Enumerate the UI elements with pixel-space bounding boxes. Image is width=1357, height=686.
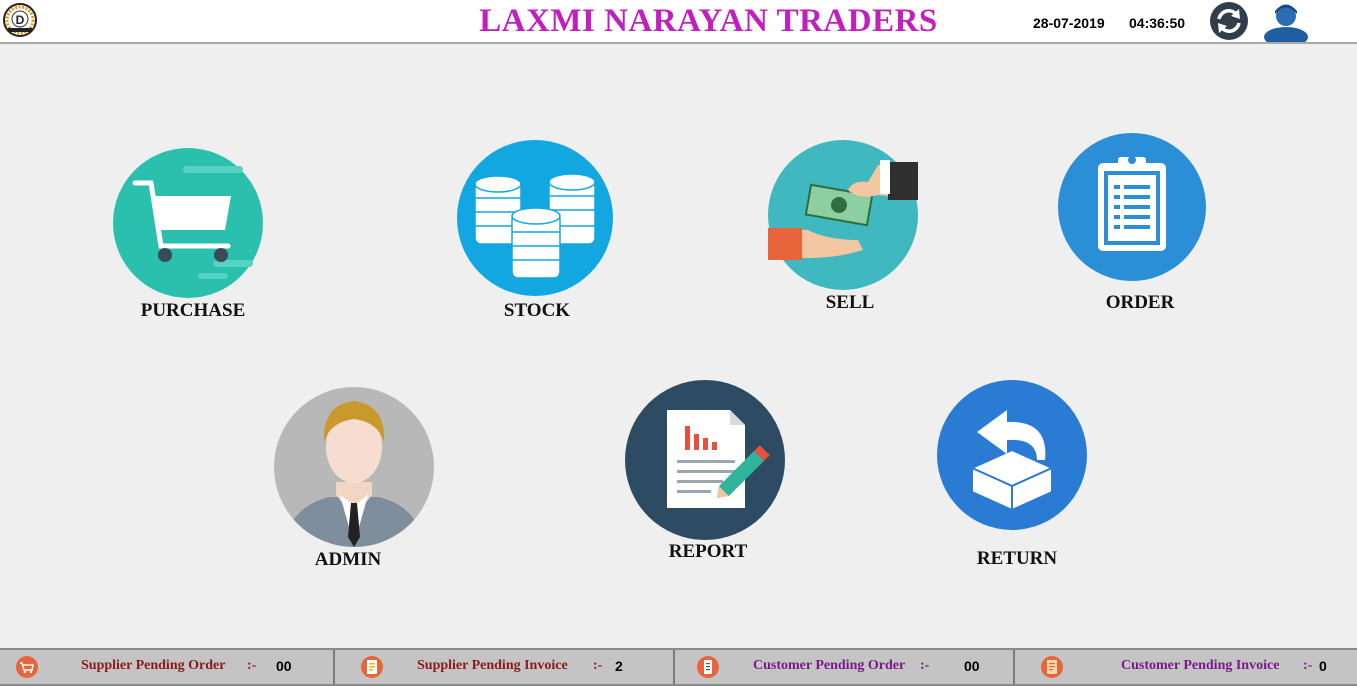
- tile-label: ORDER: [1105, 292, 1175, 313]
- tile-order[interactable]: ORDER: [1050, 133, 1230, 315]
- admin-person-icon: [274, 387, 434, 547]
- footer-label: Customer Pending Invoice: [1121, 658, 1280, 673]
- tile-label: REPORT: [668, 541, 748, 562]
- return-box-icon: [937, 380, 1087, 530]
- footer-value: 0: [1319, 658, 1327, 674]
- supplier-pending-invoice[interactable]: Supplier Pending Invoice :- 2: [335, 650, 675, 684]
- current-time: 04:36:50: [1129, 15, 1186, 31]
- footer-separator: :-: [593, 658, 603, 673]
- current-date: 28-07-2019: [1033, 15, 1105, 31]
- footer-separator: :-: [920, 658, 930, 673]
- tile-purchase[interactable]: PURCHASE: [103, 148, 283, 323]
- report-document-icon: [625, 380, 785, 540]
- cart-icon: [16, 656, 38, 678]
- customer-pending-order[interactable]: Customer Pending Order :- 00: [675, 650, 1015, 684]
- footer-value: 00: [276, 658, 292, 674]
- footer-separator: :-: [247, 658, 257, 673]
- tile-report[interactable]: REPORT: [616, 380, 800, 565]
- receipt-icon: [697, 656, 719, 678]
- customer-pending-invoice[interactable]: Customer Pending Invoice :- 0: [1015, 650, 1357, 684]
- header-bar: D LAXMI NARAYAN TRADERS 28-07-2019 04:36…: [0, 0, 1357, 44]
- footer-label: Supplier Pending Order: [81, 658, 226, 673]
- footer-value: 2: [615, 658, 623, 674]
- stacked-coins-icon: [457, 140, 613, 296]
- status-bar: Supplier Pending Order :- 00 Supplier Pe…: [0, 648, 1357, 686]
- tile-label: PURCHASE: [140, 300, 246, 321]
- tile-stock[interactable]: STOCK: [447, 140, 627, 323]
- refresh-icon[interactable]: [1208, 1, 1250, 41]
- footer-value: 00: [964, 658, 980, 674]
- shopping-cart-icon: [113, 148, 263, 298]
- footer-label: Customer Pending Order: [753, 658, 906, 673]
- tile-admin[interactable]: ADMIN: [258, 387, 438, 572]
- tile-label: RETURN: [976, 548, 1058, 569]
- tile-sell[interactable]: SELL: [760, 140, 940, 315]
- tile-return[interactable]: RETURN: [927, 380, 1107, 572]
- invoice-icon: [361, 656, 383, 678]
- footer-separator: :-: [1303, 658, 1313, 673]
- supplier-pending-order[interactable]: Supplier Pending Order :- 00: [0, 650, 335, 684]
- document-icon: [1041, 656, 1063, 678]
- clipboard-icon: [1058, 133, 1206, 281]
- cash-handover-icon: [768, 140, 918, 290]
- footer-label: Supplier Pending Invoice: [417, 658, 568, 673]
- tile-label: SELL: [825, 292, 875, 313]
- tile-label: ADMIN: [314, 549, 382, 570]
- user-icon[interactable]: [1261, 1, 1311, 42]
- tile-label: STOCK: [503, 300, 571, 321]
